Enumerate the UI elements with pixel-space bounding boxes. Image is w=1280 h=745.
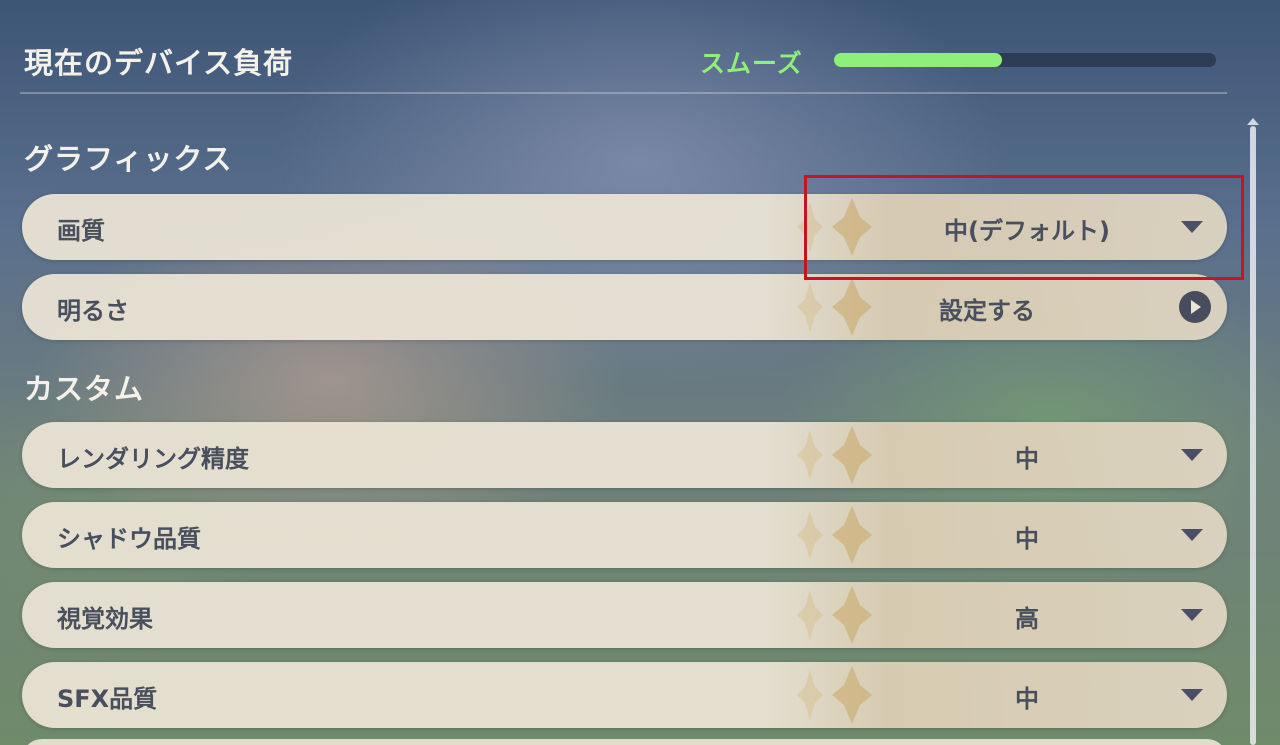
four-point-star-icon: [797, 506, 872, 564]
setting-row-brightness[interactable]: 明るさ 設定する: [22, 274, 1227, 340]
chevron-down-icon[interactable]: [1181, 449, 1203, 461]
load-meter-fill: [834, 53, 1003, 67]
device-load-title: 現在のデバイス負荷: [24, 46, 294, 80]
arrow-right-circle-icon[interactable]: [1179, 291, 1211, 323]
section-title-custom: カスタム: [24, 372, 145, 406]
setting-row-sfx-quality[interactable]: SFX品質 中: [22, 662, 1227, 728]
setting-value-shadow-quality: 中: [1015, 525, 1039, 553]
setting-label-shadow-quality: シャドウ品質: [57, 525, 201, 553]
setting-row-render-resolution[interactable]: レンダリング精度 中: [22, 422, 1227, 488]
scrollbar[interactable]: [1250, 126, 1256, 745]
four-point-star-icon: [797, 426, 872, 484]
setting-value-sfx-quality: 中: [1015, 685, 1039, 713]
setting-value-render-resolution: 中: [1015, 445, 1039, 473]
device-load-header: 現在のデバイス負荷 スムーズ: [0, 0, 1280, 96]
setting-value-brightness: 設定する: [939, 297, 1035, 325]
scroll-up-icon[interactable]: [1247, 118, 1259, 125]
chevron-down-icon[interactable]: [1181, 529, 1203, 541]
setting-row-visual-effects[interactable]: 視覚効果 高: [22, 582, 1227, 648]
setting-label-brightness: 明るさ: [57, 297, 129, 325]
four-point-star-icon: [797, 666, 872, 724]
setting-row-shadow-quality[interactable]: シャドウ品質 中: [22, 502, 1227, 568]
chevron-down-icon[interactable]: [1181, 689, 1203, 701]
section-title-graphics: グラフィックス: [24, 142, 233, 176]
four-point-star-icon: [797, 586, 872, 644]
setting-label-quality: 画質: [57, 217, 105, 245]
header-divider: [20, 92, 1227, 94]
chevron-down-icon[interactable]: [1181, 609, 1203, 621]
load-status-label: スムーズ: [700, 49, 803, 78]
setting-label-sfx-quality: SFX品質: [57, 685, 158, 713]
setting-row-partial[interactable]: [22, 739, 1227, 745]
setting-value-visual-effects: 高: [1015, 605, 1039, 633]
setting-label-render-resolution: レンダリング精度: [57, 445, 249, 473]
highlight-box: [804, 175, 1244, 280]
setting-label-visual-effects: 視覚効果: [57, 605, 153, 633]
load-meter: [834, 53, 1216, 67]
